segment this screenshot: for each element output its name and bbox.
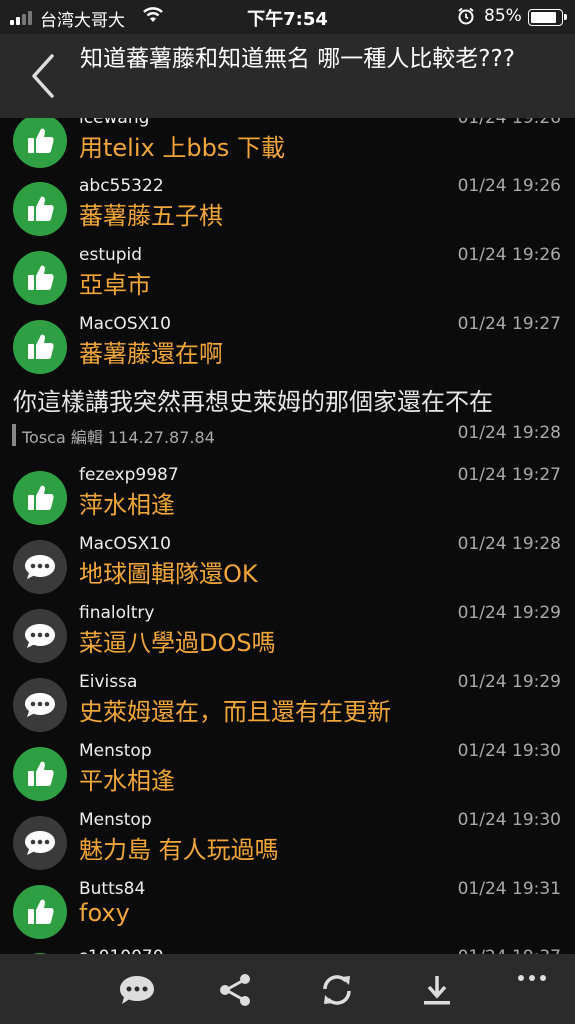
thumbs-up-icon (28, 196, 54, 221)
comment-bubble-icon (25, 624, 55, 648)
comment-row[interactable]: Butts84 01/24 19:31 foxy (0, 877, 575, 943)
comment-username: Eivissa (79, 672, 138, 692)
thumbs-up-icon (28, 485, 54, 510)
carrier-name: 台湾大哥大 (40, 11, 125, 31)
comment-row[interactable]: Menstop 01/24 19:30 魅力島 有人玩過嗎 (0, 808, 575, 874)
refresh-icon (323, 975, 351, 1005)
comment-time: 01/24 19:26 (457, 176, 561, 196)
like-avatar (13, 251, 67, 305)
comment-time: 01/24 19:26 (457, 245, 561, 265)
like-avatar (13, 320, 67, 374)
edited-post-text: 你這樣講我突然再想史萊姆的那個家還在不在 (13, 388, 493, 416)
comment-text: foxy (79, 899, 130, 927)
battery-percent: 85% (484, 6, 522, 26)
comment-text: 史萊姆還在，而且還有在更新 (79, 698, 391, 726)
reply-avatar (13, 609, 67, 663)
download-icon (424, 976, 450, 1005)
comment-time: 01/24 19:26 (457, 118, 561, 128)
battery-icon (528, 9, 567, 26)
comment-row[interactable]: abc55322 01/24 19:26 蕃薯藤五子棋 (0, 174, 575, 240)
comment-text: 萍水相逢 (79, 491, 175, 519)
edit-marker (12, 424, 16, 446)
comment-time: 01/24 19:27 (457, 314, 561, 334)
comment-username: MacOSX10 (79, 314, 171, 334)
refresh-button[interactable] (317, 970, 357, 1010)
comment-username: Menstop (79, 741, 152, 761)
comment-text: 平水相逢 (79, 767, 175, 795)
thumbs-up-icon (28, 899, 54, 924)
comment-icon (120, 976, 154, 1004)
comment-text: 地球圖輯隊還OK (79, 560, 258, 588)
comment-button[interactable] (117, 970, 157, 1010)
like-avatar (13, 471, 67, 525)
more-button[interactable] (512, 958, 552, 998)
comment-bubble-icon (25, 693, 55, 717)
thumbs-up-icon (28, 334, 54, 359)
comment-text: 蕃薯藤還在啊 (79, 340, 223, 368)
comment-username: icewang (79, 118, 150, 128)
reply-avatar (13, 678, 67, 732)
comment-username: Butts84 (79, 879, 146, 899)
edit-time: 01/24 19:28 (457, 423, 561, 443)
comment-username: finaloltry (79, 603, 155, 623)
edit-info: Tosca 編輯 114.27.87.84 01/24 19:28 (12, 422, 563, 448)
comment-row[interactable]: Eivissa 01/24 19:29 史萊姆還在，而且還有在更新 (0, 670, 575, 736)
bottom-toolbar (0, 954, 575, 1024)
like-avatar (13, 747, 67, 801)
reply-avatar (13, 540, 67, 594)
comment-text: 菜逼八學過DOS嗎 (79, 629, 276, 657)
like-avatar (13, 885, 67, 939)
comment-time: 01/24 19:30 (457, 741, 561, 761)
comment-list[interactable]: icewang 01/24 19:26 用telix 上bbs 下載 abc55322… (0, 118, 575, 954)
comment-row[interactable]: MacOSX10 01/24 19:27 蕃薯藤還在啊 (0, 312, 575, 378)
comment-username: fezexp9987 (79, 465, 179, 485)
comment-username: Menstop (79, 810, 152, 830)
wifi-icon (142, 6, 164, 28)
comment-username: MacOSX10 (79, 534, 171, 554)
comment-row[interactable]: finaloltry 01/24 19:29 菜逼八學過DOS嗎 (0, 601, 575, 667)
comment-time: 01/24 19:29 (457, 603, 561, 623)
chevron-left-icon (32, 54, 54, 98)
comment-text: 蕃薯藤五子棋 (79, 202, 223, 230)
like-avatar (13, 182, 67, 236)
comment-time: 01/24 19:27 (457, 465, 561, 485)
alarm-icon (457, 7, 475, 29)
article-header: 知道蕃薯藤和知道無名 哪一種人比較老??? (0, 34, 575, 118)
comment-row[interactable]: icewang 01/24 19:26 用telix 上bbs 下載 (0, 118, 575, 172)
comment-username: s1010070 (79, 947, 164, 954)
comment-bubble-icon (25, 831, 55, 855)
comment-username: abc55322 (79, 176, 164, 196)
comment-text: 用telix 上bbs 下載 (79, 134, 285, 162)
more-icon (518, 975, 546, 981)
like-avatar (13, 118, 67, 168)
comment-time: 01/24 19:30 (457, 810, 561, 830)
comment-time: 01/24 19:31 (457, 879, 561, 899)
comment-time: 01/24 19:29 (457, 672, 561, 692)
comment-username: estupid (79, 245, 143, 265)
edit-meta: Tosca 編輯 114.27.87.84 (22, 428, 215, 447)
thumbs-up-icon (28, 265, 54, 290)
comment-text: 亞卓市 (79, 271, 151, 299)
share-icon (220, 974, 250, 1006)
comment-row[interactable]: fezexp9987 01/24 19:27 萍水相逢 (0, 463, 575, 529)
comment-row[interactable]: Menstop 01/24 19:30 平水相逢 (0, 739, 575, 805)
comment-row[interactable]: s1010070 01/24 19:37 (0, 945, 575, 954)
thumbs-up-icon (28, 128, 54, 153)
back-button[interactable] (26, 50, 66, 102)
comment-row[interactable]: estupid 01/24 19:26 亞卓市 (0, 243, 575, 309)
comment-text: 魅力島 有人玩過嗎 (79, 836, 279, 864)
share-button[interactable] (215, 970, 255, 1010)
signal-icon (10, 11, 32, 25)
reply-avatar (13, 816, 67, 870)
comment-row[interactable]: MacOSX10 01/24 19:28 地球圖輯隊還OK (0, 532, 575, 598)
comment-bubble-icon (25, 555, 55, 579)
comment-time: 01/24 19:28 (457, 534, 561, 554)
download-button[interactable] (417, 970, 457, 1010)
comment-time: 01/24 19:37 (458, 947, 561, 954)
article-title: 知道蕃薯藤和知道無名 哪一種人比較老??? (80, 46, 515, 72)
status-bar: 台湾大哥大 下午7:54 85% (0, 0, 575, 34)
thumbs-up-icon (28, 761, 54, 786)
